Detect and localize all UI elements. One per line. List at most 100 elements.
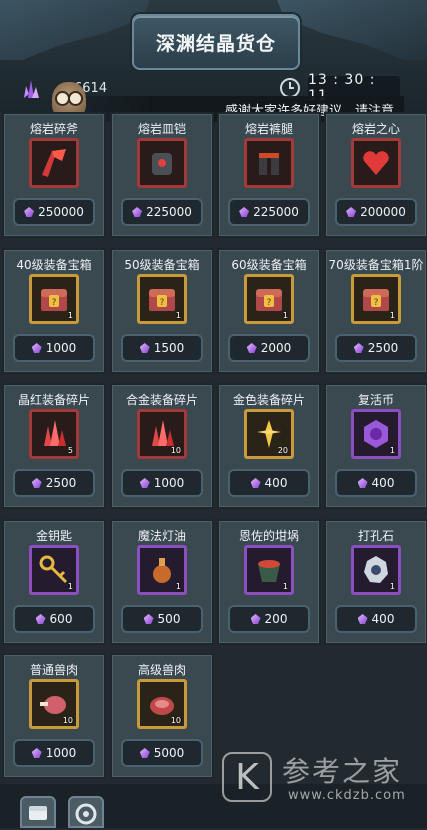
buy-button[interactable]: 225000 bbox=[228, 198, 310, 226]
item-name: 打孔石 bbox=[357, 529, 394, 543]
shop-item-card[interactable]: 40级装备宝箱? 1 1000 bbox=[2, 248, 106, 374]
item-slot[interactable]: 10 bbox=[29, 679, 79, 729]
svg-text:?: ? bbox=[267, 298, 272, 308]
tab-shop-chest[interactable] bbox=[20, 796, 56, 828]
item-slot[interactable]: ? 1 bbox=[351, 274, 401, 324]
item-name: 高级兽肉 bbox=[137, 663, 186, 677]
shop-item-card[interactable]: 普通兽肉 10 1000 bbox=[2, 653, 106, 779]
clock-icon bbox=[280, 78, 300, 98]
buy-button[interactable]: 400 bbox=[228, 469, 310, 497]
buy-button[interactable]: 200 bbox=[228, 605, 310, 633]
buy-button[interactable]: 1000 bbox=[13, 334, 95, 362]
item-slot[interactable] bbox=[244, 138, 294, 188]
item-price: 5000 bbox=[153, 746, 185, 760]
item-slot[interactable]: 1 bbox=[351, 409, 401, 459]
shop-item-card[interactable]: 熔岩皿铠 225000 bbox=[110, 112, 214, 238]
item-slot[interactable] bbox=[351, 138, 401, 188]
item-quantity: 10 bbox=[62, 716, 73, 725]
item-slot[interactable]: 1 bbox=[29, 545, 79, 595]
watermark-text: 参考之家 bbox=[282, 755, 403, 788]
item-quantity: 1 bbox=[67, 311, 73, 320]
shop-item-card[interactable]: 熔岩裤腿 225000 bbox=[217, 112, 321, 238]
watermark-logo: K bbox=[222, 752, 272, 802]
item-slot[interactable]: ? 1 bbox=[137, 274, 187, 324]
buy-button[interactable]: 600 bbox=[13, 605, 95, 633]
item-slot[interactable]: ? 1 bbox=[244, 274, 294, 324]
shop-item-card[interactable]: 魔法灯油 1 500 bbox=[110, 519, 214, 645]
item-slot[interactable]: 1 bbox=[137, 545, 187, 595]
shop-item-card[interactable]: 金钥匙 1 600 bbox=[2, 519, 106, 645]
item-slot[interactable] bbox=[137, 138, 187, 188]
shop-item-card[interactable]: 高级兽肉 10 5000 bbox=[110, 653, 214, 779]
treasure-chest-icon: ? bbox=[363, 289, 389, 311]
item-slot[interactable] bbox=[29, 138, 79, 188]
crystal-currency-icon bbox=[139, 478, 150, 488]
item-name: 60级装备宝箱 bbox=[231, 258, 307, 272]
crystal-currency-icon bbox=[132, 207, 143, 217]
item-quantity: 20 bbox=[277, 446, 288, 455]
buy-button[interactable]: 5000 bbox=[121, 739, 203, 767]
item-slot[interactable]: ? 1 bbox=[29, 274, 79, 324]
lamp-oil-icon bbox=[153, 558, 171, 583]
crystal-currency-icon bbox=[250, 614, 261, 624]
shop-item-card[interactable]: 恩佐的坩埚 1 200 bbox=[217, 519, 321, 645]
shop-item-card[interactable]: 金色装备碎片 20 400 bbox=[217, 383, 321, 509]
crystal-currency-icon bbox=[35, 614, 46, 624]
buy-button[interactable]: 1500 bbox=[121, 334, 203, 362]
shop-item-card[interactable]: 50级装备宝箱? 1 1500 bbox=[110, 248, 214, 374]
shop-item-card[interactable]: 打孔石 1 400 bbox=[324, 519, 427, 645]
crystal-currency-icon bbox=[346, 207, 357, 217]
shop-item-card[interactable]: 60级装备宝箱 ? 1 2000 bbox=[217, 248, 321, 374]
buy-button[interactable]: 500 bbox=[121, 605, 203, 633]
item-name: 魔法灯油 bbox=[137, 529, 186, 543]
item-quantity: 1 bbox=[175, 311, 181, 320]
item-slot[interactable]: 20 bbox=[244, 409, 294, 459]
header-wing-left bbox=[0, 0, 150, 60]
buy-button[interactable]: 1000 bbox=[13, 739, 95, 767]
item-price: 1000 bbox=[45, 746, 77, 760]
buy-button[interactable]: 2000 bbox=[228, 334, 310, 362]
item-slot[interactable]: 5 bbox=[29, 409, 79, 459]
item-price: 600 bbox=[49, 612, 73, 626]
buy-button[interactable]: 400 bbox=[335, 605, 417, 633]
item-slot[interactable]: 10 bbox=[137, 409, 187, 459]
buy-button[interactable]: 2500 bbox=[13, 469, 95, 497]
item-quantity: 1 bbox=[389, 446, 395, 455]
buy-button[interactable]: 1000 bbox=[121, 469, 203, 497]
title-plate: 深渊结晶货仓 bbox=[132, 14, 300, 70]
lava-leggings-icon bbox=[259, 153, 279, 175]
crystal-currency-icon bbox=[353, 343, 364, 353]
crystal-currency-icon bbox=[246, 343, 257, 353]
buy-button[interactable]: 225000 bbox=[121, 198, 203, 226]
item-slot[interactable]: 10 bbox=[137, 679, 187, 729]
item-name: 70级装备宝箱1阶 bbox=[328, 258, 424, 272]
item-slot[interactable]: 1 bbox=[351, 545, 401, 595]
tab-shop-gear[interactable] bbox=[68, 796, 104, 828]
buy-button[interactable]: 2500 bbox=[335, 334, 417, 362]
shop-item-card[interactable]: 晶红装备碎片 5 2500 bbox=[2, 383, 106, 509]
item-price: 1500 bbox=[153, 341, 185, 355]
shop-grid: 熔岩碎斧 250000 熔岩皿铠 225000 熔岩裤腿 225000 熔岩之心 200000… bbox=[0, 112, 427, 784]
buy-button[interactable]: 400 bbox=[335, 469, 417, 497]
buy-button[interactable]: 200000 bbox=[335, 198, 417, 226]
item-name: 金钥匙 bbox=[35, 529, 72, 543]
item-slot[interactable]: 1 bbox=[244, 545, 294, 595]
item-name: 50级装备宝箱 bbox=[124, 258, 200, 272]
watermark: K 参考之家 www.ckdzb.com bbox=[218, 750, 418, 810]
item-quantity: 1 bbox=[282, 582, 288, 591]
item-price: 1000 bbox=[45, 341, 77, 355]
shop-item-card[interactable]: 熔岩碎斧 250000 bbox=[2, 112, 106, 238]
shop-item-card[interactable]: 70级装备宝箱1阶 ? 1 2500 bbox=[324, 248, 427, 374]
buy-button[interactable]: 250000 bbox=[13, 198, 95, 226]
item-name: 复活币 bbox=[357, 393, 394, 407]
shop-item-card[interactable]: 复活币 1 400 bbox=[324, 383, 427, 509]
shop-item-card[interactable]: 合金装备碎片 10 1000 bbox=[110, 383, 214, 509]
crystal-currency-icon bbox=[250, 478, 261, 488]
item-name: 普通兽肉 bbox=[29, 663, 78, 677]
item-price: 225000 bbox=[146, 205, 192, 219]
shop-item-card[interactable]: 熔岩之心 200000 bbox=[324, 112, 427, 238]
svg-text:?: ? bbox=[160, 298, 165, 308]
item-name: 晶红装备碎片 bbox=[17, 393, 90, 407]
item-quantity: 5 bbox=[67, 446, 73, 455]
item-price: 200000 bbox=[360, 205, 406, 219]
